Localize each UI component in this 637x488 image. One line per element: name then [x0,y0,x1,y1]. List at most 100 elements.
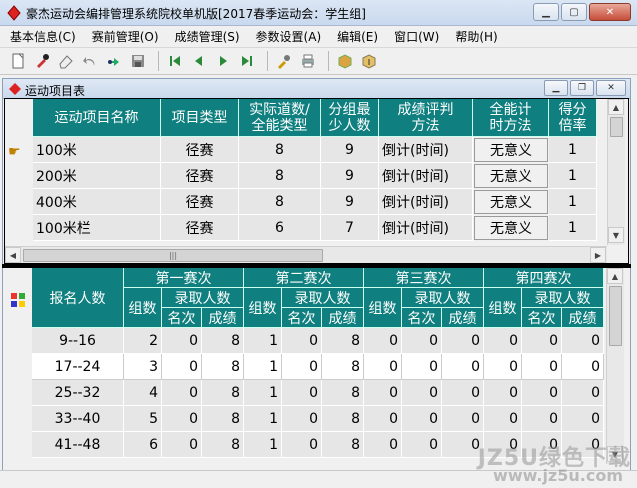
event-lanes-cell[interactable]: 8 [239,189,321,215]
event-type-cell[interactable]: 径赛 [161,163,239,189]
round-cell[interactable]: 0 [484,406,522,432]
round-cell[interactable]: 0 [402,328,442,354]
qualify-header[interactable]: 录取人数 [162,288,244,308]
round-cell[interactable]: 6 [124,432,162,458]
scroll-up-arrow-icon[interactable]: ▲ [608,99,624,115]
round-cell[interactable]: 8 [322,328,364,354]
round-3-header[interactable]: 第三赛次 [364,268,484,288]
round-cell[interactable]: 0 [364,354,402,380]
undo-icon[interactable] [80,51,100,71]
round-cell[interactable]: 5 [124,406,162,432]
round-cell[interactable]: 8 [202,380,244,406]
score-header[interactable]: 成绩 [322,308,364,328]
event-lanes-cell[interactable]: 6 [239,215,321,241]
pin-icon[interactable] [32,51,52,71]
entrants-range-cell[interactable]: 41--48 [32,432,124,458]
round-cell[interactable]: 0 [442,328,484,354]
round-1-header[interactable]: 第一赛次 [124,268,244,288]
col-header-multiplier[interactable]: 得分倍率 [549,99,597,137]
col-header-min-group[interactable]: 分组最少人数 [321,99,379,137]
round-cell[interactable]: 0 [364,380,402,406]
events-horizontal-scrollbar[interactable]: ◀ ||| ▶ [5,246,607,263]
export-icon[interactable] [359,51,379,71]
round-cell[interactable]: 0 [282,354,322,380]
event-judging-cell[interactable]: 倒计(时间) [379,189,473,215]
round-cell[interactable]: 8 [322,354,364,380]
groups-header[interactable]: 组数 [124,288,162,328]
entrants-range-cell[interactable]: 17--24 [32,354,124,380]
round-cell[interactable]: 0 [402,380,442,406]
round-cell[interactable]: 0 [282,380,322,406]
round-cell[interactable]: 0 [484,328,522,354]
eraser-icon[interactable] [56,51,76,71]
prev-icon[interactable] [189,51,209,71]
round-cell[interactable]: 0 [522,380,562,406]
event-judging-cell[interactable]: 倒计(时间) [379,215,473,241]
round-cell[interactable]: 0 [562,406,604,432]
menu-edit[interactable]: 编辑(E) [331,28,384,45]
round-cell[interactable]: 0 [162,380,202,406]
score-header[interactable]: 成绩 [442,308,484,328]
event-name-cell[interactable]: 200米 [33,163,161,189]
col-header-timing[interactable]: 全能计时方法 [473,99,549,137]
event-name-cell[interactable]: 400米 [33,189,161,215]
event-timing-button[interactable]: 无意义 [474,216,548,240]
round-cell[interactable]: 0 [162,328,202,354]
round-cell[interactable]: 0 [522,354,562,380]
round-cell[interactable]: 0 [562,328,604,354]
last-icon[interactable] [237,51,257,71]
rank-header[interactable]: 名次 [282,308,322,328]
rank-header[interactable]: 名次 [522,308,562,328]
round-cell[interactable]: 8 [202,432,244,458]
qualify-header[interactable]: 录取人数 [402,288,484,308]
next-icon[interactable] [213,51,233,71]
qualify-header[interactable]: 录取人数 [522,288,604,308]
redo-icon[interactable] [104,51,124,71]
events-vertical-scrollbar[interactable]: ▲ ▼ [607,99,625,245]
round-cell[interactable]: 0 [402,354,442,380]
round-cell[interactable]: 0 [442,380,484,406]
round-cell[interactable]: 8 [202,354,244,380]
event-multiplier-cell[interactable]: 1 [549,215,597,241]
event-multiplier-cell[interactable]: 1 [549,137,597,163]
score-header[interactable]: 成绩 [562,308,604,328]
round-cell[interactable]: 0 [484,380,522,406]
round-cell[interactable]: 1 [244,354,282,380]
menu-window[interactable]: 窗口(W) [388,28,445,45]
child-restore-button[interactable]: ❐ [570,80,594,96]
rank-header[interactable]: 名次 [402,308,442,328]
round-cell[interactable]: 0 [162,406,202,432]
round-cell[interactable]: 8 [322,432,364,458]
groups-header[interactable]: 组数 [364,288,402,328]
round-cell[interactable]: 1 [244,406,282,432]
event-timing-button[interactable]: 无意义 [474,164,548,188]
round-cell[interactable]: 1 [244,380,282,406]
events-hscroll-thumb[interactable]: ||| [23,249,323,262]
menu-params[interactable]: 参数设置(A) [250,28,328,45]
new-icon[interactable] [8,51,28,71]
round-2-header[interactable]: 第二赛次 [244,268,364,288]
first-icon[interactable] [165,51,185,71]
menu-results[interactable]: 成绩管理(S) [169,28,246,45]
package-icon[interactable] [335,51,355,71]
filter-icon[interactable] [274,51,294,71]
scroll-up-arrow-icon[interactable]: ▲ [607,268,623,284]
col-header-event-name[interactable]: 运动项目名称 [33,99,161,137]
col-header-lanes[interactable]: 实际道数/全能类型 [239,99,321,137]
child-minimize-button[interactable]: ▁ [544,80,568,96]
event-min-group-cell[interactable]: 9 [321,137,379,163]
round-cell[interactable]: 0 [364,406,402,432]
rank-header[interactable]: 名次 [162,308,202,328]
event-timing-button[interactable]: 无意义 [474,190,548,214]
round-cell[interactable]: 1 [244,328,282,354]
rounds-vscroll-thumb[interactable] [609,286,622,346]
event-judging-cell[interactable]: 倒计(时间) [379,137,473,163]
round-cell[interactable]: 8 [202,328,244,354]
grid-settings-icon[interactable] [10,292,26,308]
maximize-button[interactable]: ▢ [561,3,587,21]
round-cell[interactable]: 0 [522,406,562,432]
round-cell[interactable]: 0 [562,380,604,406]
scroll-left-arrow-icon[interactable]: ◀ [5,247,21,263]
events-vscroll-thumb[interactable] [610,117,623,137]
round-cell[interactable]: 4 [124,380,162,406]
